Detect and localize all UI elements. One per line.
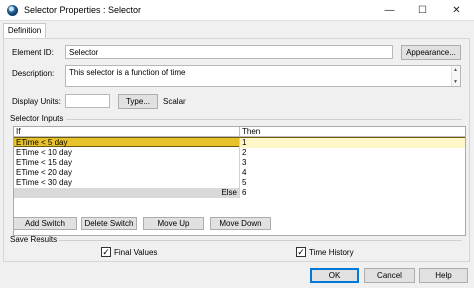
result-cell[interactable]: 3: [240, 158, 465, 168]
check-icon: ✓: [297, 247, 305, 257]
element-id-label: Element ID:: [12, 48, 54, 57]
close-icon: ✕: [452, 5, 461, 16]
condition-cell[interactable]: ETime < 30 day: [14, 178, 240, 188]
window-title: Selector Properties : Selector: [24, 5, 142, 15]
time-history-label[interactable]: Time History: [309, 248, 354, 257]
table-row[interactable]: ETime < 20 day 4: [14, 168, 465, 178]
condition-cell[interactable]: ETime < 20 day: [14, 168, 240, 178]
type-value: Scalar: [163, 97, 186, 106]
type-button[interactable]: Type...: [118, 94, 158, 109]
minimize-button[interactable]: —: [373, 0, 406, 21]
condition-cell[interactable]: ETime < 10 day: [14, 148, 240, 158]
else-label: Else: [14, 188, 240, 198]
maximize-button[interactable]: ☐: [406, 0, 439, 21]
description-text: This selector is a function of time: [69, 68, 186, 77]
result-cell[interactable]: 1: [240, 138, 465, 148]
save-results-divider: [59, 240, 462, 241]
scroll-up-icon[interactable]: ▲: [453, 67, 458, 73]
column-header-if[interactable]: If: [14, 127, 240, 137]
time-history-checkbox[interactable]: ✓: [296, 247, 306, 257]
table-header: If Then: [14, 127, 465, 137]
else-value-cell[interactable]: 6: [240, 188, 465, 198]
add-switch-button[interactable]: Add Switch: [13, 217, 77, 230]
result-cell[interactable]: 5: [240, 178, 465, 188]
condition-cell[interactable]: ETime < 15 day: [14, 158, 240, 168]
save-results-label: Save Results: [10, 235, 58, 244]
title-bar: Selector Properties : Selector — ☐ ✕: [0, 0, 474, 21]
dialog-footer: OK Cancel Help: [0, 262, 474, 288]
element-id-field[interactable]: Selector: [65, 45, 393, 59]
table-row[interactable]: ETime < 15 day 3: [14, 158, 465, 168]
help-button[interactable]: Help: [419, 268, 468, 283]
result-cell[interactable]: 4: [240, 168, 465, 178]
tab-definition[interactable]: Definition: [3, 23, 46, 38]
move-up-button[interactable]: Move Up: [143, 217, 204, 230]
ok-button[interactable]: OK: [310, 268, 359, 283]
table-row[interactable]: ETime < 5 day 1: [14, 137, 465, 148]
tab-strip: Definition: [0, 21, 474, 38]
table-row[interactable]: ETime < 30 day 5: [14, 178, 465, 188]
description-scrollbar[interactable]: ▲ ▼: [451, 66, 460, 86]
final-values-checkbox[interactable]: ✓: [101, 247, 111, 257]
scroll-down-icon[interactable]: ▼: [453, 79, 458, 85]
result-cell[interactable]: 2: [240, 148, 465, 158]
column-header-then[interactable]: Then: [240, 127, 465, 137]
cancel-button[interactable]: Cancel: [364, 268, 415, 283]
minimize-icon: —: [384, 5, 395, 16]
maximize-icon: ☐: [418, 5, 427, 16]
app-icon: [7, 5, 18, 16]
definition-panel: Element ID: Selector Appearance... Descr…: [3, 38, 470, 262]
else-row[interactable]: Else 6: [14, 188, 465, 198]
condition-cell[interactable]: ETime < 5 day: [14, 138, 240, 148]
display-units-field[interactable]: [65, 94, 110, 108]
final-values-label[interactable]: Final Values: [114, 248, 157, 257]
table-row[interactable]: ETime < 10 day 2: [14, 148, 465, 158]
description-label: Description:: [12, 69, 55, 78]
appearance-button[interactable]: Appearance...: [401, 45, 461, 60]
check-icon: ✓: [102, 247, 110, 257]
description-field[interactable]: This selector is a function of time ▲ ▼: [65, 65, 461, 87]
display-units-label: Display Units:: [12, 97, 61, 106]
move-down-button[interactable]: Move Down: [210, 217, 271, 230]
close-button[interactable]: ✕: [440, 0, 473, 21]
selector-inputs-label: Selector Inputs: [10, 114, 64, 123]
delete-switch-button[interactable]: Delete Switch: [81, 217, 137, 230]
selector-inputs-divider: [66, 119, 462, 120]
